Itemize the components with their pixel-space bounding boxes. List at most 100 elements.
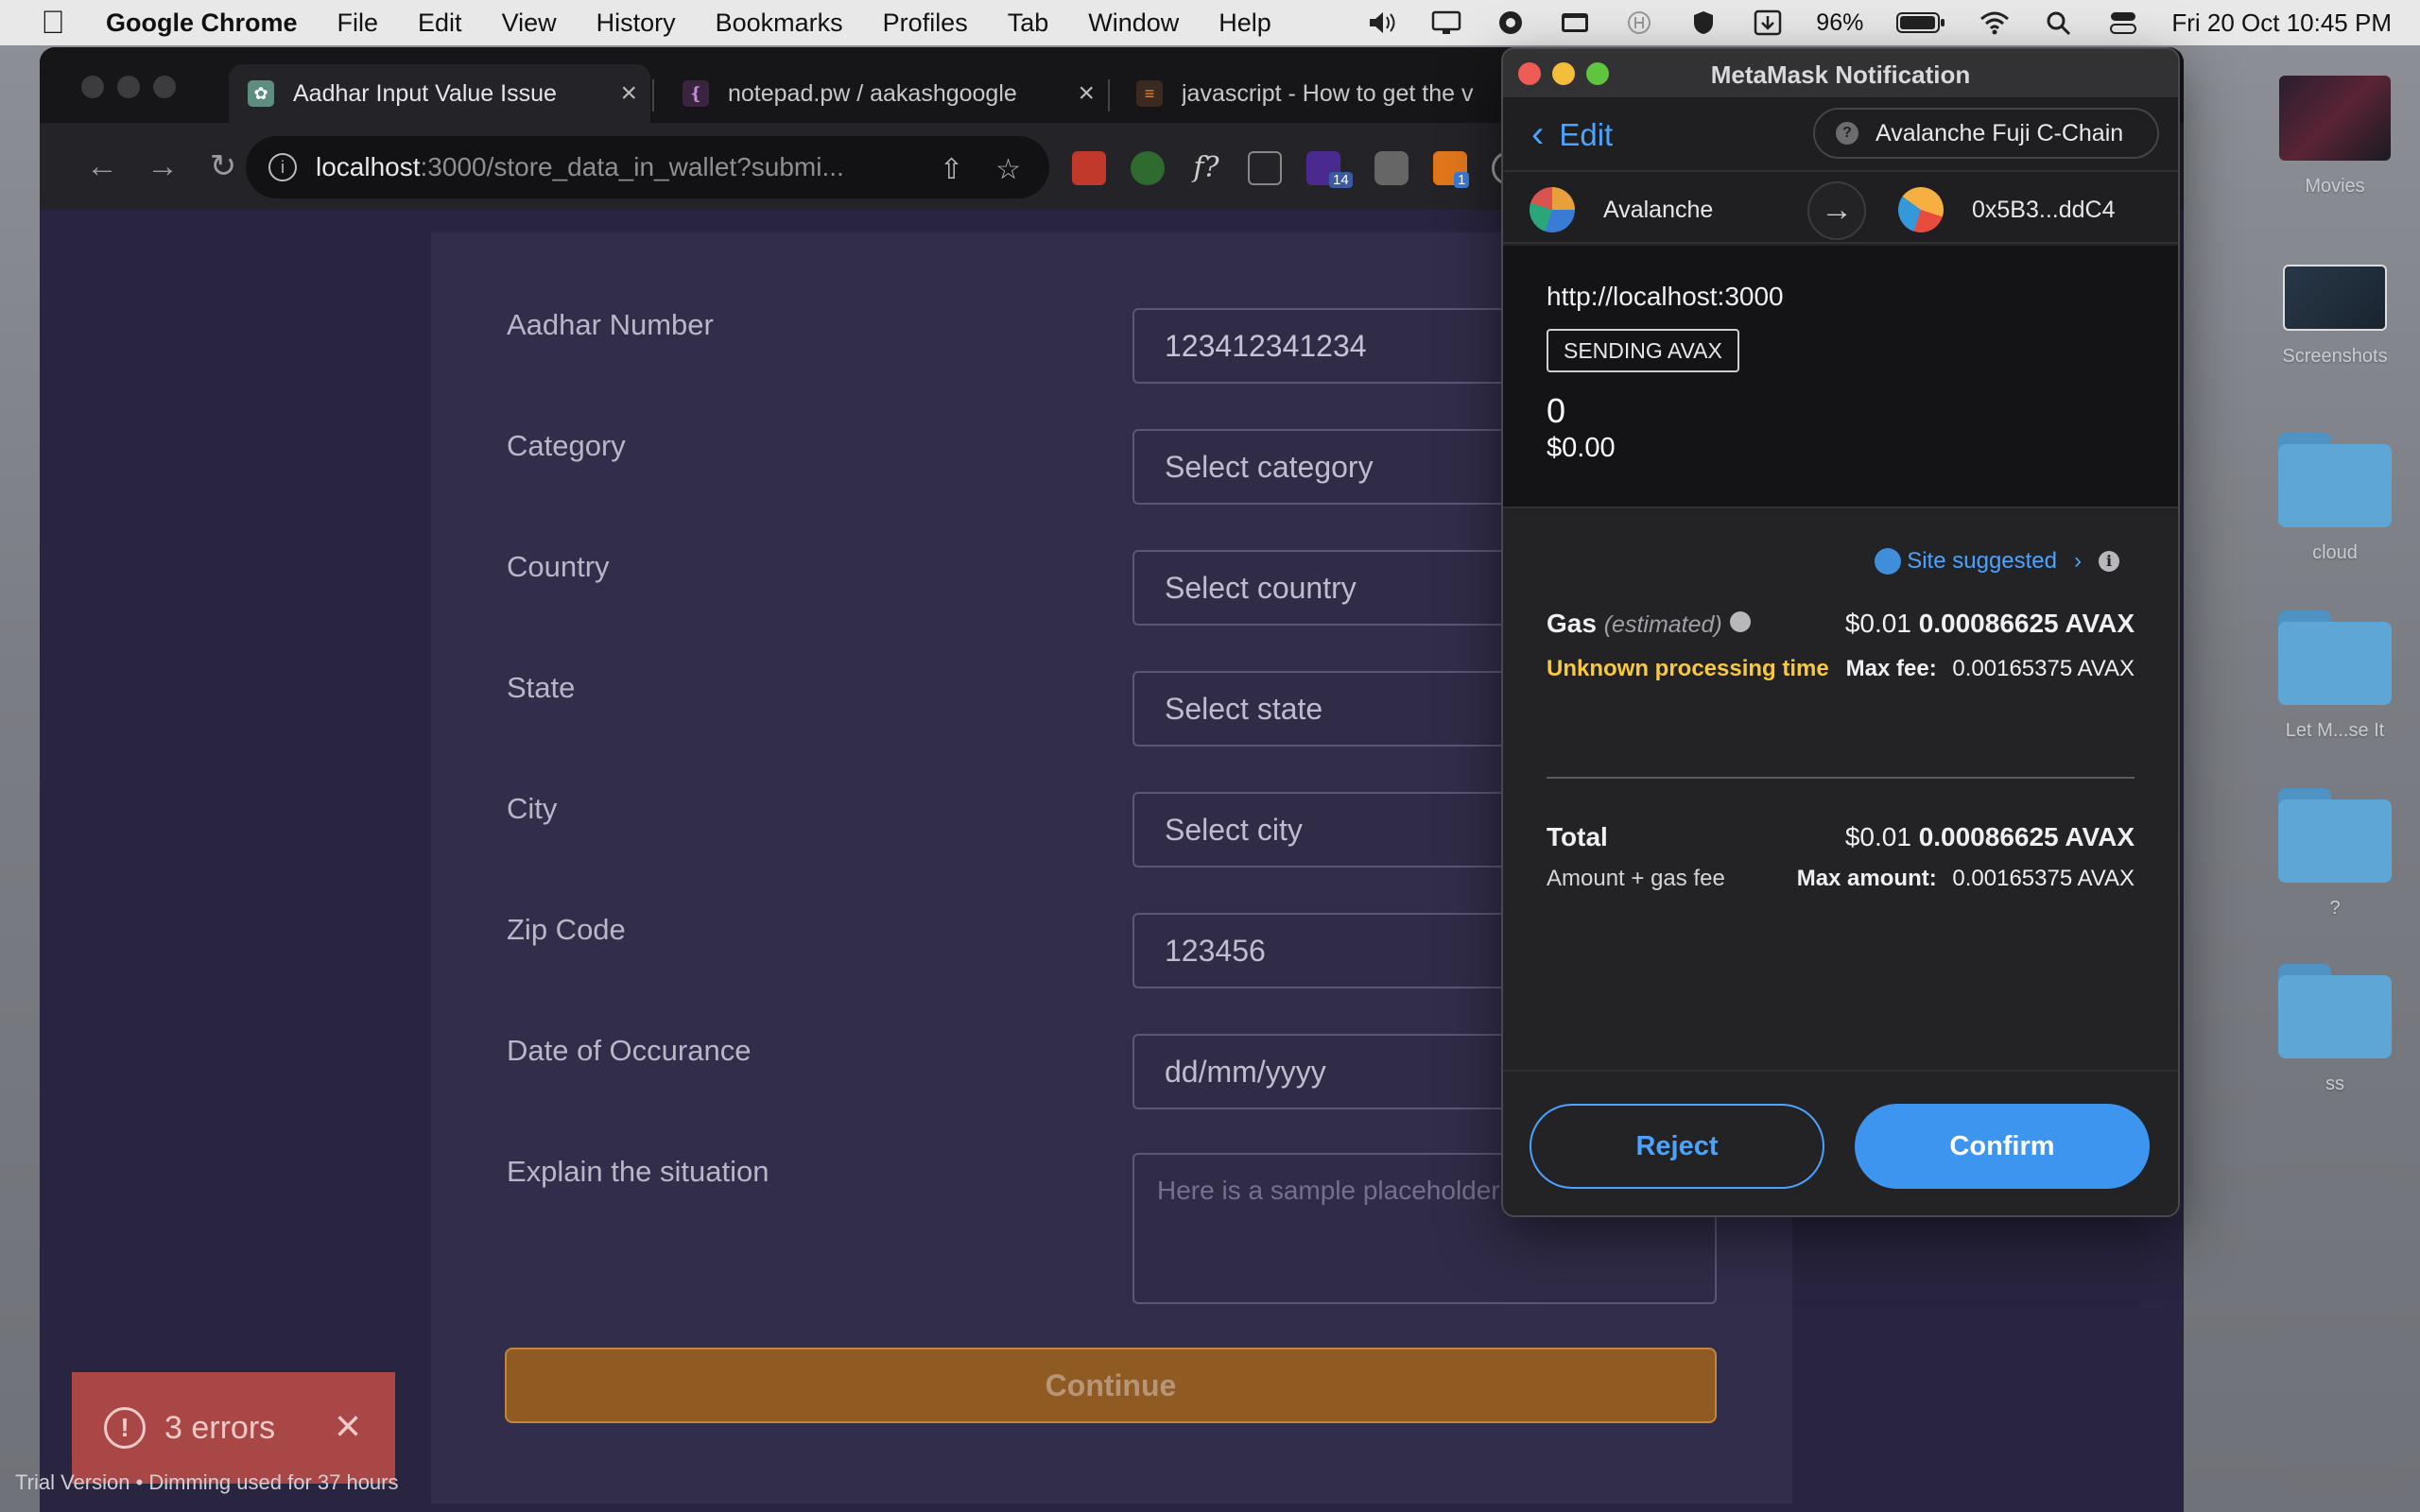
desktop-item-label: Let M...se It [2285, 720, 2385, 741]
tab-close-icon[interactable]: × [620, 77, 637, 110]
extension-tree-icon[interactable] [1131, 151, 1165, 185]
bookmark-star-icon[interactable]: ☆ [995, 153, 1021, 186]
reload-icon[interactable]: ↻ [202, 146, 244, 187]
back-arrow-icon[interactable]: ← [81, 146, 123, 187]
max-fee-label: Max fee: [1845, 656, 1937, 681]
tab-aadhar-input[interactable]: ✿ Aadhar Input Value Issue × [229, 64, 650, 123]
gas-fee-usd: $0.01 [1844, 609, 1911, 638]
extension-doc-icon[interactable] [1248, 151, 1282, 185]
menu-edit[interactable]: Edit [418, 9, 462, 38]
tab-javascript[interactable]: ≡ javascript - How to get the v [1117, 64, 1533, 123]
menu-file[interactable]: File [337, 9, 379, 38]
account-row: Avalanche → 0x5B3...ddC4 [1503, 170, 2178, 244]
extension-camera-icon[interactable] [1374, 151, 1409, 185]
menu-window[interactable]: Window [1088, 9, 1179, 38]
continue-button[interactable]: Continue [505, 1348, 1717, 1423]
apple-logo-icon[interactable]:  [38, 5, 68, 42]
total-usd: $0.01 [1844, 822, 1911, 851]
window-icon[interactable] [1559, 9, 1591, 36]
menu-help[interactable]: Help [1219, 9, 1271, 38]
site-suggested-link[interactable]: Site suggested › i [1875, 548, 2119, 575]
menu-datetime[interactable]: Fri 20 Oct 10:45 PM [2171, 9, 2392, 38]
desktop-item-ss[interactable]: ss [2273, 964, 2396, 1095]
menu-history[interactable]: History [596, 9, 676, 38]
from-account[interactable]: Avalanche [1530, 187, 1713, 232]
label-state: State [507, 671, 576, 704]
extension-paw-icon[interactable] [1072, 151, 1106, 185]
search-icon[interactable] [2043, 9, 2075, 36]
desktop-item-cloud[interactable]: cloud [2273, 433, 2396, 564]
menu-app-name[interactable]: Google Chrome [106, 9, 298, 38]
transaction-details: Site suggested › i Gas (estimated) $0.01… [1503, 508, 2178, 1068]
desktop-item-movies[interactable]: Movies [2273, 76, 2396, 198]
tab-separator [1108, 79, 1110, 112]
metamask-titlebar: MetaMask Notification [1503, 49, 2178, 98]
tab-notepad[interactable]: ❴ notepad.pw / aakashgoogle × [664, 64, 1108, 123]
label-category: Category [507, 429, 626, 462]
desktop-item-let-me-see-it[interactable]: Let M...se It [2273, 610, 2396, 742]
account-avatar-icon [1530, 187, 1575, 232]
tab-title: notepad.pw / aakashgoogle [728, 79, 1017, 107]
metamask-notification-window: MetaMask Notification ‹ Edit ? Avalanche… [1501, 47, 2180, 1217]
from-account-name: Avalanche [1603, 196, 1714, 223]
menu-profiles[interactable]: Profiles [883, 9, 968, 38]
total-label: Total [1547, 822, 1608, 851]
total-avax: 0.00086625 AVAX [1918, 822, 2135, 851]
folder-icon [2278, 788, 2392, 883]
info-icon[interactable]: i [2099, 551, 2119, 572]
processing-time-warning: Unknown processing time [1547, 656, 1829, 681]
network-selector[interactable]: ? Avalanche Fuji C-Chain [1813, 108, 2159, 159]
transaction-summary: http://localhost:3000 SENDING AVAX 0 $0.… [1503, 246, 2178, 508]
window-close-button[interactable] [81, 76, 104, 98]
confirm-button[interactable]: Confirm [1855, 1104, 2150, 1189]
site-info-icon[interactable]: i [268, 153, 297, 181]
max-amount-value: 0.00165375 AVAX [1952, 866, 2135, 891]
gas-label: Gas [1547, 609, 1597, 638]
desktop-item-question[interactable]: ? [2273, 788, 2396, 919]
shield-lock-icon[interactable] [1687, 9, 1720, 36]
menu-bookmarks[interactable]: Bookmarks [716, 9, 843, 38]
edit-back-button[interactable]: ‹ Edit [1531, 113, 1613, 156]
edit-label: Edit [1559, 116, 1614, 152]
forward-arrow-icon[interactable]: → [142, 146, 183, 187]
details-divider [1547, 777, 2135, 779]
chevron-right-icon: › [2074, 548, 2082, 574]
desktop-item-screenshots[interactable]: Screenshots [2273, 265, 2396, 368]
site-suggested-label: Site suggested [1907, 548, 2057, 574]
desktop-item-label: Movies [2305, 176, 2365, 197]
gas-fee-avax: 0.00086625 AVAX [1918, 609, 2135, 638]
reject-button[interactable]: Reject [1530, 1104, 1824, 1189]
share-icon[interactable]: ⇧ [940, 153, 963, 186]
metamask-header: ‹ Edit ? Avalanche Fuji C-Chain Avalanch… [1503, 98, 2178, 244]
trial-version-notice: Trial Version • Dimming used for 37 hour… [15, 1470, 399, 1494]
display-icon[interactable] [1430, 9, 1462, 36]
extension-formula-icon[interactable]: f? [1189, 151, 1223, 185]
to-account[interactable]: 0x5B3...ddC4 [1898, 187, 2116, 232]
aperture-icon[interactable] [1495, 9, 1527, 36]
network-name: Avalanche Fuji C-Chain [1876, 119, 2124, 146]
circle-h-icon[interactable] [1623, 9, 1655, 36]
chevron-left-icon: ‹ [1531, 113, 1545, 155]
error-toast[interactable]: ! 3 errors × [72, 1372, 395, 1484]
folder-icon [2278, 433, 2392, 527]
address-bar[interactable]: i localhost:3000/store_data_in_wallet?su… [246, 136, 1049, 198]
control-center-icon[interactable] [2107, 9, 2139, 36]
tab-close-icon[interactable]: × [1078, 77, 1095, 110]
info-icon[interactable] [1729, 611, 1751, 632]
download-icon[interactable] [1752, 9, 1784, 36]
menu-tab[interactable]: Tab [1008, 9, 1049, 38]
desktop-item-label: ss [2325, 1074, 2344, 1094]
label-date-of-occurance: Date of Occurance [507, 1034, 752, 1067]
window-zoom-button[interactable] [153, 76, 176, 98]
volume-icon[interactable] [1366, 9, 1398, 36]
battery-icon[interactable] [1895, 9, 1946, 36]
wifi-icon[interactable] [1979, 9, 2011, 36]
battery-percent: 96% [1816, 9, 1864, 36]
extension-badge: 14 [1329, 172, 1353, 188]
notepad-favicon-icon: ❴ [683, 80, 709, 107]
window-minimize-button[interactable] [117, 76, 140, 98]
label-country: Country [507, 550, 610, 583]
max-fee-value: 0.00165375 AVAX [1952, 656, 2135, 681]
close-icon[interactable]: × [335, 1400, 361, 1452]
menu-view[interactable]: View [502, 9, 557, 38]
